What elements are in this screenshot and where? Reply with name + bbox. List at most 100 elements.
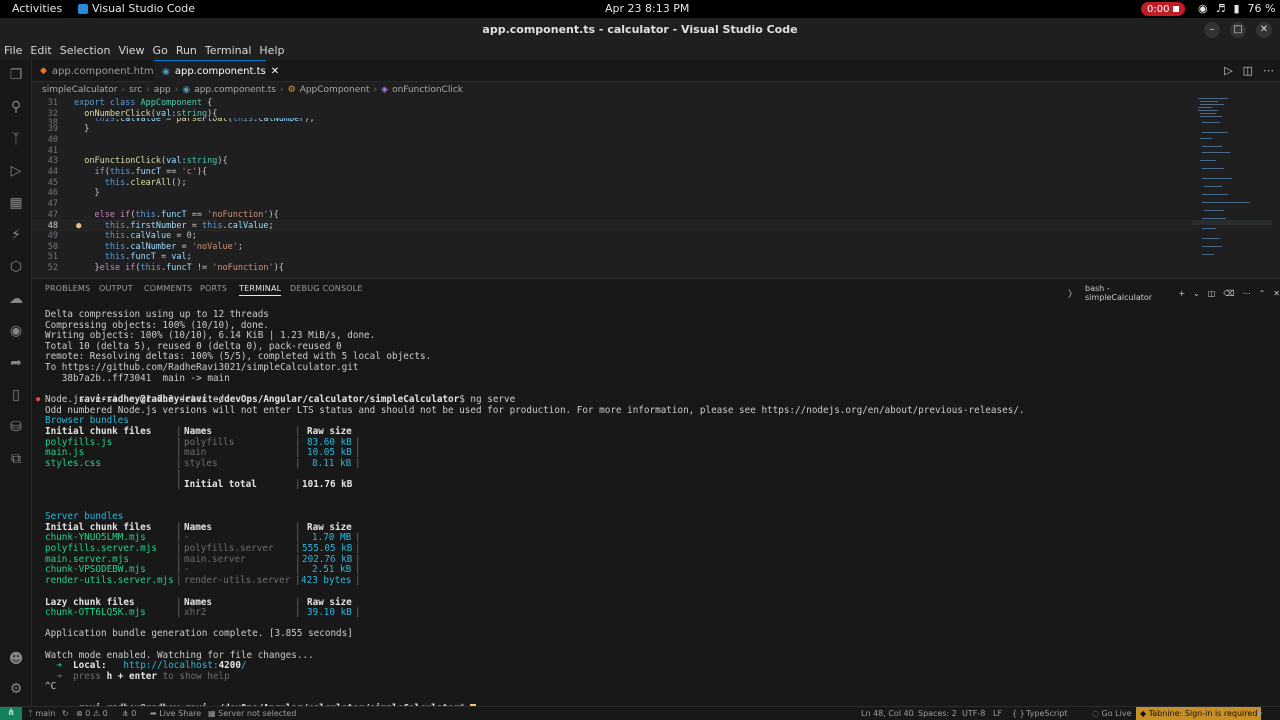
lightning-icon[interactable]: ⚡ bbox=[7, 226, 25, 244]
split-terminal-icon[interactable]: ◫ bbox=[1208, 289, 1216, 298]
table-separator: | bbox=[176, 607, 182, 618]
indentation[interactable]: Spaces: 2 bbox=[918, 709, 957, 718]
bundle-name: main bbox=[184, 447, 207, 458]
ports-status[interactable]: ⋔ 0 bbox=[122, 709, 136, 718]
tabnine-status[interactable]: ◆ Tabnine: Sign-in is required bbox=[1136, 707, 1262, 720]
encoding[interactable]: UTF-8 bbox=[962, 709, 985, 718]
bundle-file: render-utils.server.mjs bbox=[45, 575, 174, 586]
tab-comments[interactable]: COMMENTS bbox=[144, 284, 192, 293]
activities-button[interactable]: Activities bbox=[12, 2, 62, 15]
menu-run[interactable]: Run bbox=[172, 42, 201, 60]
end-of-line[interactable]: LF bbox=[993, 709, 1002, 718]
menu-file[interactable]: File bbox=[0, 42, 26, 60]
menu-selection[interactable]: Selection bbox=[56, 42, 115, 60]
breadcrumb-item[interactable]: src bbox=[129, 85, 142, 95]
bundle-file: styles.css bbox=[45, 458, 101, 469]
table-separator: | bbox=[295, 564, 301, 575]
tab-app-component-ts[interactable]: ◉ app.component.ts ✕ bbox=[154, 60, 279, 82]
run-debug-icon[interactable]: ▷ bbox=[7, 162, 25, 180]
explorer-icon[interactable]: ❐ bbox=[7, 66, 25, 84]
status-bar: ⋔ ᛉ main ↻ ⊗ 0 ⚠ 0 ⋔ 0 ➦ Live Share ▦ Se… bbox=[0, 706, 1280, 720]
tab-terminal[interactable]: TERMINAL bbox=[239, 284, 282, 296]
table-separator: | bbox=[295, 426, 301, 437]
close-panel-icon[interactable]: ✕ bbox=[1273, 289, 1280, 298]
tab-app-component-html[interactable]: ◆ app.component.html bbox=[32, 60, 156, 82]
chevron-right-icon: › bbox=[174, 85, 179, 95]
menu-go[interactable]: Go bbox=[149, 42, 172, 60]
editor-actions: ▷ ◫ ⋯ bbox=[1224, 64, 1274, 77]
live-share-status[interactable]: ➦ Live Share bbox=[150, 709, 201, 718]
minimap-slider[interactable] bbox=[1192, 220, 1272, 225]
account-icon[interactable]: ☻ bbox=[7, 650, 25, 668]
tab-output[interactable]: OUTPUT bbox=[99, 284, 133, 293]
breadcrumb-item[interactable]: app.component.ts bbox=[194, 85, 276, 95]
breadcrumb-item[interactable]: simpleCalculator bbox=[42, 85, 117, 95]
battery-percent: 76 % bbox=[1247, 2, 1276, 15]
go-live-button[interactable]: ◌ Go Live bbox=[1092, 709, 1132, 718]
local-url[interactable]: http://localhost:4200/ bbox=[123, 660, 246, 671]
source-control-icon[interactable]: ᛉ bbox=[7, 130, 25, 148]
problems-status[interactable]: ⊗ 0 ⚠ 0 bbox=[76, 709, 108, 718]
bundle-size: 555.05 kB bbox=[302, 543, 353, 554]
breadcrumb-item[interactable]: onFunctionClick bbox=[392, 85, 463, 95]
minimap[interactable] bbox=[1192, 82, 1272, 274]
typescript-file-icon: ◉ bbox=[182, 85, 191, 95]
tab-ports[interactable]: PORTS bbox=[200, 284, 227, 293]
database-icon[interactable]: ⛁ bbox=[7, 418, 25, 436]
clock[interactable]: Apr 23 8:13 PM bbox=[605, 2, 689, 15]
maximize-button[interactable]: □ bbox=[1230, 22, 1246, 38]
chevron-right-icon: › bbox=[280, 85, 284, 95]
bundle-size: 2.51 kB bbox=[312, 564, 352, 575]
notifications-bell-icon[interactable]: ♦ bbox=[1256, 709, 1263, 718]
command-error-icon[interactable]: ● bbox=[36, 394, 40, 405]
terminal-line: Writing objects: 100% (10/10), 6.14 KiB … bbox=[45, 330, 376, 341]
more-actions-icon[interactable]: ⋯ bbox=[1263, 64, 1274, 77]
language-mode[interactable]: TypeScript bbox=[1026, 709, 1068, 718]
cursor-position[interactable]: Ln 48, Col 40 bbox=[861, 709, 914, 718]
code-line: 47 bbox=[47, 199, 58, 209]
code-editor[interactable]: 31 export class AppComponent { 32 onNumbe… bbox=[32, 98, 1192, 274]
layers-icon[interactable]: ⧉ bbox=[7, 450, 25, 468]
split-editor-icon[interactable]: ◫ bbox=[1243, 64, 1253, 77]
terminal-instance-name[interactable]: bash - simpleCalculator bbox=[1085, 284, 1170, 302]
sync-icon[interactable]: ↻ bbox=[62, 709, 69, 718]
menu-terminal[interactable]: Terminal bbox=[201, 42, 256, 60]
live-share-icon[interactable]: ➦ bbox=[7, 354, 25, 372]
language-braces[interactable]: { } bbox=[1012, 709, 1025, 718]
branch-status[interactable]: ᛉ main bbox=[28, 709, 55, 718]
code-line: 52 }else if(this.funcT != 'noFunction'){ bbox=[47, 263, 284, 273]
screen-recording-indicator[interactable]: 0:00 bbox=[1141, 2, 1186, 16]
github-icon[interactable]: ◉ bbox=[7, 322, 25, 340]
cube-icon[interactable]: ⬡ bbox=[7, 258, 25, 276]
menu-help[interactable]: Help bbox=[255, 42, 288, 60]
table-separator: | bbox=[355, 543, 361, 554]
search-icon[interactable]: ⚲ bbox=[7, 98, 25, 116]
menu-edit[interactable]: Edit bbox=[26, 42, 55, 60]
more-actions-icon[interactable]: ⋯ bbox=[1243, 289, 1251, 298]
tab-problems[interactable]: PROBLEMS bbox=[45, 284, 90, 293]
bundle-size: 1.70 MB bbox=[312, 532, 352, 543]
extensions-icon[interactable]: ▦ bbox=[7, 194, 25, 212]
trash-icon[interactable]: ⌫ bbox=[1223, 289, 1234, 298]
settings-gear-icon[interactable]: ⚙ bbox=[7, 680, 25, 698]
bundle-file: chunk-YNUO5LMM.mjs bbox=[45, 532, 146, 543]
mobile-icon[interactable]: ▯ bbox=[7, 386, 25, 404]
bundle-file: chunk-VPSODEBW.mjs bbox=[45, 564, 146, 575]
server-status[interactable]: ▦ Server not selected bbox=[208, 709, 296, 718]
close-tab-icon[interactable]: ✕ bbox=[271, 66, 279, 77]
tab-debug-console[interactable]: DEBUG CONSOLE bbox=[290, 284, 363, 293]
docker-icon[interactable]: ☁ bbox=[7, 290, 25, 308]
menu-view[interactable]: View bbox=[114, 42, 148, 60]
system-tray[interactable]: ◉ ♬ ▮ 76 % bbox=[1198, 2, 1276, 15]
close-button[interactable]: ✕ bbox=[1256, 22, 1272, 38]
run-icon[interactable]: ▷ bbox=[1224, 64, 1232, 77]
terminal-output[interactable]: Delta compression using up to 12 threads… bbox=[36, 309, 1275, 714]
chevron-down-icon[interactable]: ⌄ bbox=[1193, 289, 1200, 298]
breadcrumb-item[interactable]: AppComponent bbox=[300, 85, 370, 95]
maximize-panel-icon[interactable]: ⌃ bbox=[1259, 289, 1266, 298]
breadcrumb-item[interactable]: app bbox=[154, 85, 171, 95]
app-menu[interactable]: Visual Studio Code bbox=[78, 2, 195, 15]
new-terminal-icon[interactable]: + bbox=[1178, 289, 1185, 298]
minimize-button[interactable]: – bbox=[1204, 22, 1220, 38]
remote-indicator-icon[interactable]: ⋔ bbox=[0, 707, 22, 720]
